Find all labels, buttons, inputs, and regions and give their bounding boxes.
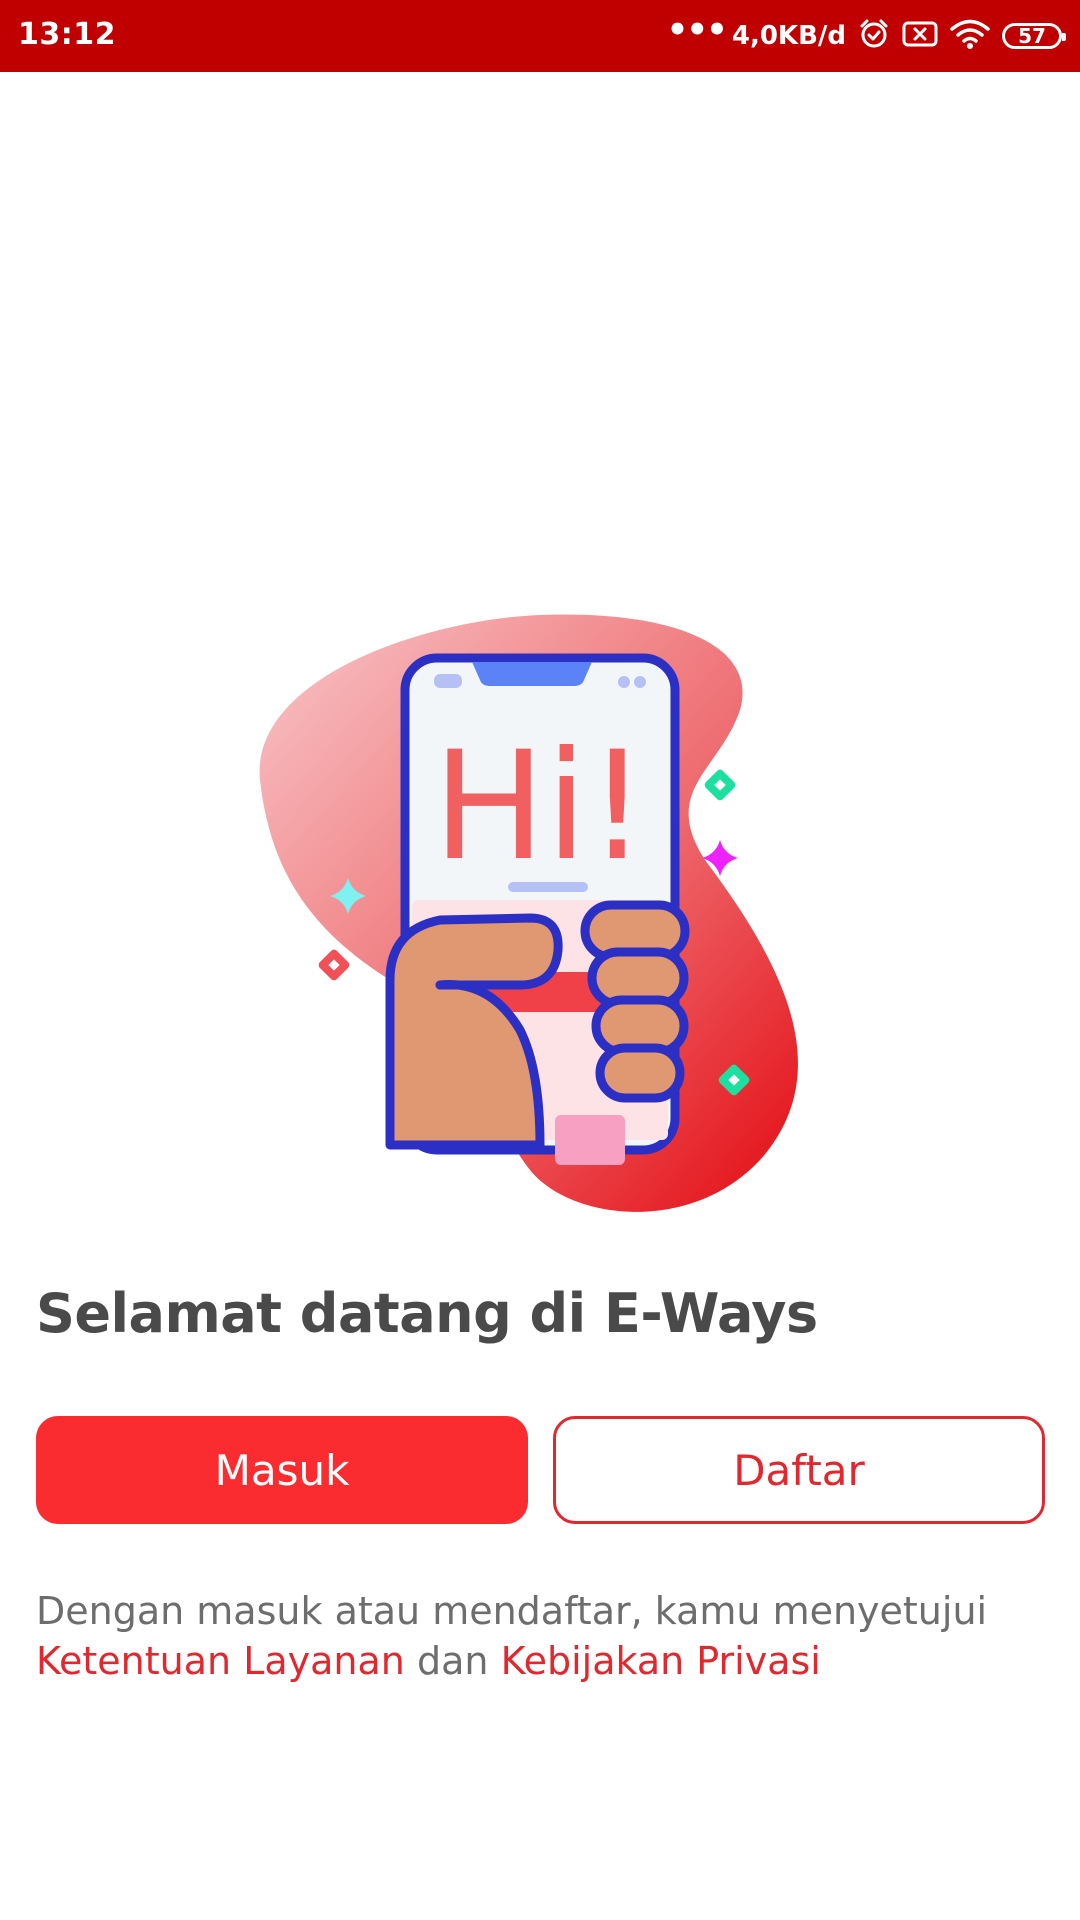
login-button[interactable]: Masuk	[36, 1416, 528, 1524]
register-button[interactable]: Daftar	[553, 1416, 1045, 1524]
battery-level: 57	[1018, 24, 1046, 48]
terms-conjunction: dan	[416, 1639, 489, 1683]
welcome-title: Selamat datang di E-Ways	[36, 1282, 818, 1345]
welcome-illustration: Hi!	[240, 600, 840, 1240]
terms-prefix: Dengan masuk atau mendaftar, kamu menyet…	[36, 1589, 988, 1633]
privacy-policy-link[interactable]: Kebijakan Privasi	[501, 1639, 821, 1683]
sim-disabled-icon	[902, 19, 938, 53]
status-time: 13:12	[18, 17, 116, 52]
terms-of-service-link[interactable]: Ketentuan Layanan	[36, 1639, 405, 1683]
status-icons: ••• 4,0KB/d 57	[666, 10, 1066, 58]
network-speed: 4,0KB/d	[731, 21, 846, 51]
battery-icon: 57	[1002, 23, 1066, 49]
phone-screen-text: Hi!	[433, 720, 648, 894]
wifi-icon	[950, 18, 990, 54]
terms-notice: Dengan masuk atau mendaftar, kamu menyet…	[36, 1586, 1046, 1686]
alarm-icon	[858, 18, 890, 54]
more-notifications-icon: •••	[666, 10, 728, 50]
status-bar: 13:12 ••• 4,0KB/d 57	[0, 0, 1080, 72]
